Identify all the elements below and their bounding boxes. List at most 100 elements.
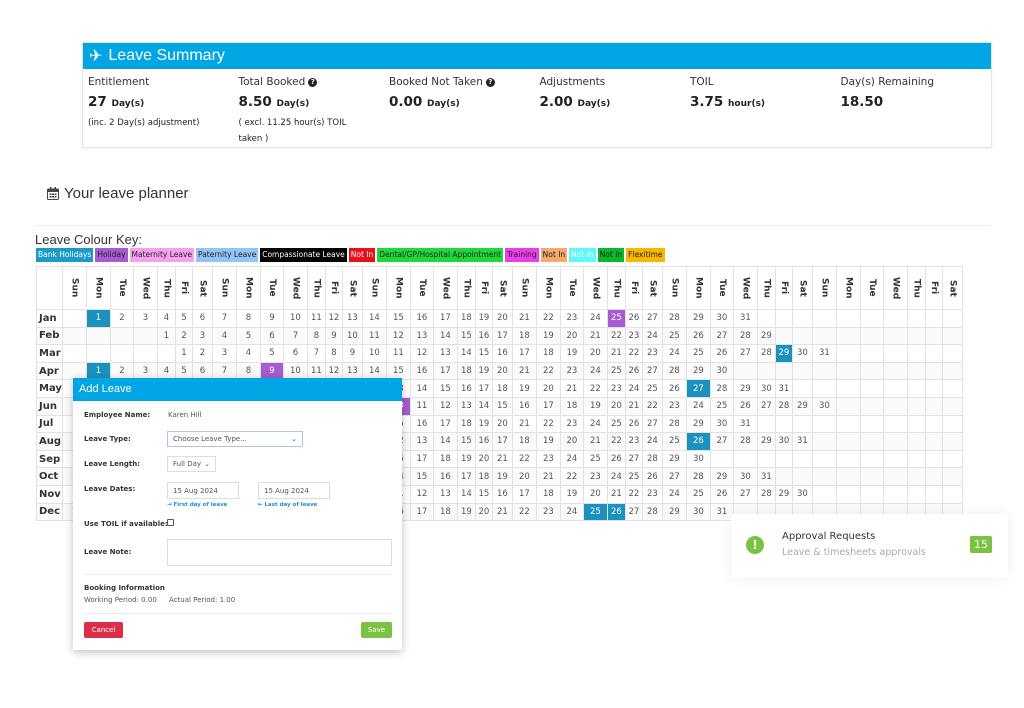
day-cell[interactable]: 22 [606,326,626,346]
day-cell[interactable]: 26 [624,414,643,434]
day-cell[interactable]: 8 [324,344,343,363]
day-cell[interactable]: 22 [511,502,537,522]
day-cell[interactable]: 15 [409,467,434,486]
day-cell[interactable]: 15 [474,344,493,363]
day-cell[interactable]: 16 [491,344,513,363]
day-cell[interactable]: 25 [641,379,663,398]
day-cell[interactable]: 9 [341,344,363,363]
day-cell[interactable]: 18 [559,396,584,416]
day-cell[interactable]: 16 [511,396,537,416]
day-cell[interactable]: 26 [641,467,663,486]
day-cell[interactable]: 16 [432,467,458,486]
day-cell[interactable]: 17 [456,467,476,486]
highlighted-day-cell[interactable]: 27 [685,379,711,398]
day-cell[interactable]: 25 [685,484,711,504]
day-cell[interactable]: 21 [582,326,608,346]
day-cell[interactable]: 23 [559,309,584,328]
day-cell[interactable]: 2 [174,326,193,346]
day-cell[interactable]: 20 [582,344,608,363]
day-cell[interactable]: 3 [211,344,237,363]
day-cell[interactable]: 20 [491,414,513,434]
day-cell[interactable]: 21 [511,361,537,381]
day-cell[interactable]: 24 [641,326,663,346]
day-cell[interactable]: 7 [306,344,326,363]
day-cell[interactable]: 31 [709,502,734,522]
day-cell[interactable]: 16 [409,414,434,434]
day-cell[interactable]: 27 [709,432,734,451]
day-cell[interactable]: 19 [456,449,476,469]
day-cell[interactable]: 17 [491,432,513,451]
day-cell[interactable]: 29 [756,432,776,451]
save-button[interactable]: Save [361,622,392,638]
day-cell[interactable]: 19 [456,502,476,522]
day-cell[interactable]: 17 [511,344,537,363]
day-cell[interactable]: 22 [535,361,561,381]
toil-checkbox[interactable] [167,519,174,526]
day-cell[interactable]: 25 [582,449,608,469]
day-cell[interactable]: 25 [606,361,626,381]
day-cell[interactable]: 15 [385,309,411,328]
day-cell[interactable]: 16 [474,432,493,451]
day-cell[interactable]: 18 [456,309,476,328]
day-cell[interactable]: 26 [732,396,758,416]
day-cell[interactable]: 22 [511,449,537,469]
day-cell[interactable]: 21 [606,344,626,363]
day-cell[interactable]: 3 [191,326,213,346]
day-cell[interactable]: 29 [661,502,687,522]
day-cell[interactable]: 13 [432,484,458,504]
day-cell[interactable]: 31 [756,467,776,486]
highlighted-day-cell[interactable]: 25 [582,502,608,522]
day-cell[interactable]: 23 [624,432,643,451]
day-cell[interactable]: 30 [791,344,813,363]
day-cell[interactable]: 19 [491,467,513,486]
day-cell[interactable]: 23 [641,484,663,504]
day-cell[interactable]: 24 [661,344,687,363]
day-cell[interactable]: 17 [474,379,493,398]
day-cell[interactable]: 22 [606,432,626,451]
day-cell[interactable]: 26 [709,484,734,504]
day-cell[interactable]: 19 [474,309,493,328]
day-cell[interactable]: 21 [491,502,513,522]
day-cell[interactable]: 21 [559,379,584,398]
day-cell[interactable]: 17 [511,484,537,504]
day-cell[interactable]: 28 [661,414,687,434]
day-cell[interactable]: 7 [211,309,237,328]
day-cell[interactable]: 27 [732,344,758,363]
day-cell[interactable]: 27 [709,326,734,346]
highlighted-day-cell[interactable]: 26 [685,432,711,451]
day-cell[interactable]: 13 [409,432,434,451]
day-cell[interactable]: 26 [606,449,626,469]
day-cell[interactable]: 30 [756,379,776,398]
day-cell[interactable]: 30 [791,484,813,504]
day-cell[interactable]: 8 [306,326,326,346]
day-cell[interactable]: 22 [582,379,608,398]
day-cell[interactable]: 2 [109,309,134,328]
day-cell[interactable]: 16 [409,309,434,328]
day-cell[interactable]: 5 [235,326,261,346]
day-cell[interactable]: 11 [361,326,387,346]
day-cell[interactable]: 25 [661,432,687,451]
day-cell[interactable]: 31 [811,344,837,363]
day-cell[interactable]: 12 [409,484,434,504]
day-cell[interactable]: 8 [235,309,261,328]
day-cell[interactable]: 18 [474,467,493,486]
day-cell[interactable]: 12 [409,344,434,363]
day-cell[interactable]: 18 [535,344,561,363]
day-cell[interactable]: 13 [409,326,434,346]
day-cell[interactable]: 20 [474,449,493,469]
help-icon[interactable]: ? [308,77,318,87]
day-cell[interactable]: 25 [624,467,643,486]
day-cell[interactable]: 3 [132,309,158,328]
day-cell[interactable]: 26 [624,309,643,328]
day-cell[interactable]: 22 [559,467,584,486]
day-cell[interactable]: 23 [661,396,687,416]
day-cell[interactable]: 20 [606,396,626,416]
start-date-input[interactable]: 15 Aug 2024 [167,482,239,499]
day-cell[interactable]: 18 [491,379,513,398]
day-cell[interactable]: 17 [409,502,434,522]
day-cell[interactable]: 28 [685,467,711,486]
day-cell[interactable]: 24 [559,502,584,522]
day-cell[interactable]: 27 [624,502,643,522]
day-cell[interactable]: 10 [341,326,363,346]
day-cell[interactable]: 29 [791,396,813,416]
